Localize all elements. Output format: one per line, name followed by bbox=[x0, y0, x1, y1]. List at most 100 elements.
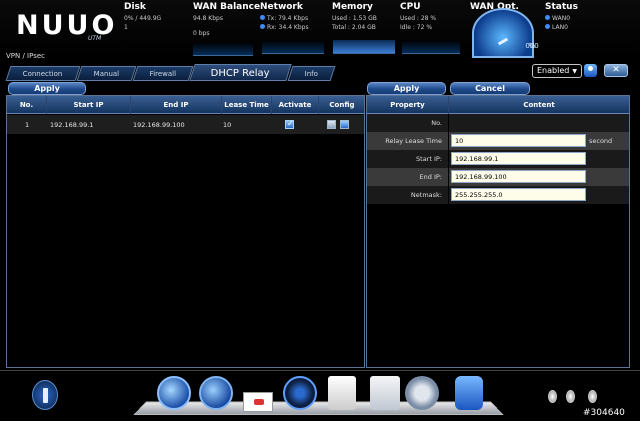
cpu-graph bbox=[402, 40, 460, 54]
edit-icon[interactable] bbox=[327, 120, 336, 129]
enabled-select-value: Enabled bbox=[537, 66, 570, 75]
globe-icon[interactable] bbox=[157, 376, 191, 410]
user-icon[interactable] bbox=[584, 64, 597, 77]
prop-label-relay-lease-time: Relay Lease Time bbox=[367, 132, 448, 150]
wan-status-icon bbox=[545, 15, 550, 20]
enabled-select[interactable]: Enabled ▼ bbox=[532, 64, 582, 78]
network-status: Network Tx: 79.4 Kbps Rx: 34.4 Kbps bbox=[260, 2, 309, 32]
col-activate: Activate bbox=[272, 96, 319, 114]
tab-dhcp-relay-label: DHCP Relay bbox=[211, 68, 271, 79]
right-apply-button[interactable]: Apply bbox=[367, 82, 446, 95]
lease-time-unit: second bbox=[589, 137, 613, 145]
memory-graph bbox=[333, 40, 395, 54]
col-end-ip: End IP bbox=[131, 96, 222, 114]
memory-used: Used : 1.53 GB bbox=[332, 15, 377, 22]
table-header: No. Start IP End IP Lease Time Activate … bbox=[7, 96, 364, 114]
dock-indicator-icon[interactable] bbox=[566, 390, 575, 403]
dock-shelf bbox=[133, 401, 504, 415]
tab-firewall[interactable]: Firewall bbox=[132, 66, 194, 81]
dhcp-relay-table: No. Start IP End IP Lease Time Activate … bbox=[6, 95, 365, 368]
logo-subtitle: UTM bbox=[88, 35, 102, 42]
gauge-unit: % bbox=[528, 42, 536, 50]
wan-balance-value: 94.8 Kbps bbox=[193, 15, 223, 22]
memory-status: Memory Used : 1.53 GB Total : 2.04 GB bbox=[332, 2, 377, 32]
disk-title: Disk bbox=[124, 2, 146, 12]
memory-total: Total : 2.04 GB bbox=[332, 24, 376, 31]
start-ip-input[interactable] bbox=[451, 152, 586, 165]
dock-indicator-icon[interactable] bbox=[588, 390, 597, 403]
puzzle-icon[interactable] bbox=[455, 376, 483, 410]
network-tx: Tx: 79.4 Kbps bbox=[267, 15, 309, 22]
shield-icon[interactable] bbox=[199, 376, 233, 410]
tab-firewall-label: Firewall bbox=[149, 70, 177, 78]
wan-balance-title: WAN Balance bbox=[193, 2, 261, 12]
chevron-down-icon: ▼ bbox=[572, 68, 577, 75]
col-lease-time: Lease Time bbox=[222, 96, 272, 114]
network-title: Network bbox=[260, 2, 303, 12]
status-title: Status bbox=[545, 2, 578, 12]
document-icon[interactable] bbox=[328, 376, 356, 410]
tab-connection-label: Connection bbox=[22, 70, 63, 78]
property-header: Property Content bbox=[367, 96, 629, 114]
prop-value-no bbox=[449, 114, 629, 132]
network-graph bbox=[262, 40, 324, 54]
cancel-button[interactable]: Cancel bbox=[450, 82, 530, 95]
chart-icon[interactable] bbox=[370, 376, 400, 410]
activate-checkbox[interactable] bbox=[285, 119, 294, 129]
prop-label-no: No. bbox=[367, 114, 448, 132]
rx-dot-icon bbox=[260, 24, 265, 29]
cpu-status: CPU Used : 28 % Idle : 72 % bbox=[400, 2, 436, 32]
gear-icon[interactable] bbox=[405, 376, 439, 410]
network-rx: Rx: 34.4 Kbps bbox=[267, 24, 309, 31]
wan-status-label: WAN0 bbox=[552, 15, 571, 22]
status-panel: Status WAN0 LAN0 bbox=[545, 2, 578, 32]
document-card-icon[interactable] bbox=[243, 392, 273, 412]
tab-dhcp-relay[interactable]: DHCP Relay bbox=[189, 64, 293, 81]
row-no: 1 bbox=[25, 121, 30, 129]
dock-indicator-icon[interactable] bbox=[548, 390, 557, 403]
memory-title: Memory bbox=[332, 2, 373, 12]
card-mark bbox=[254, 399, 264, 405]
config-icon[interactable] bbox=[340, 120, 349, 129]
wan-balance-value2: 0 bps bbox=[193, 30, 210, 37]
col-property: Property bbox=[367, 96, 449, 114]
cpu-title: CPU bbox=[400, 2, 421, 12]
col-config: Config bbox=[329, 101, 355, 109]
relay-lease-time-input[interactable] bbox=[451, 134, 586, 147]
left-apply-button[interactable]: Apply bbox=[8, 82, 86, 95]
tab-manual-label: Manual bbox=[93, 70, 119, 78]
tx-dot-icon bbox=[260, 15, 265, 20]
close-button[interactable]: ✕ bbox=[604, 64, 628, 77]
prop-label-start-ip: Start IP: bbox=[367, 150, 448, 168]
wan-balance-status: WAN Balance 94.8 Kbps 0 bps bbox=[193, 2, 260, 38]
disk-line2: 1 bbox=[124, 24, 128, 31]
exit-icon[interactable] bbox=[32, 380, 58, 410]
wan-opt-gauge: 000 % bbox=[472, 8, 539, 58]
row-lease-time: 10 bbox=[223, 121, 232, 129]
prop-label-netmask: Netmask: bbox=[367, 186, 448, 204]
row-end-ip: 192.168.99.100 bbox=[133, 121, 185, 129]
col-no: No. bbox=[7, 96, 47, 114]
disk-status: Disk 0% / 449.9G 1 bbox=[124, 2, 161, 32]
col-content: Content bbox=[523, 101, 555, 109]
top-status-bar: NUUO UTM Disk 0% / 449.9G 1 WAN Balance … bbox=[0, 0, 640, 58]
tab-info-label: Info bbox=[305, 70, 319, 78]
col-start-ip: Start IP bbox=[47, 96, 131, 114]
tab-bar: Connection Manual Firewall DHCP Relay In… bbox=[5, 64, 337, 81]
end-ip-input[interactable] bbox=[451, 170, 586, 183]
tab-connection[interactable]: Connection bbox=[5, 66, 81, 81]
image-id-label: #304640 bbox=[583, 408, 625, 418]
breadcrumb: VPN / IPsec bbox=[6, 52, 46, 60]
tab-manual[interactable]: Manual bbox=[76, 66, 137, 81]
lan-status-label: LAN0 bbox=[552, 24, 568, 31]
wifi-icon[interactable] bbox=[283, 376, 317, 410]
nuuo-logo: NUUO bbox=[16, 10, 118, 41]
lan-status-icon bbox=[545, 24, 550, 29]
table-row[interactable]: 1 192.168.99.1 192.168.99.100 10 bbox=[7, 115, 364, 134]
prop-label-end-ip: End IP: bbox=[367, 168, 448, 186]
row-start-ip: 192.168.99.1 bbox=[50, 121, 94, 129]
cpu-idle: Idle : 72 % bbox=[400, 24, 433, 31]
cpu-used: Used : 28 % bbox=[400, 15, 437, 22]
tab-info[interactable]: Info bbox=[287, 66, 337, 81]
netmask-input[interactable] bbox=[451, 188, 586, 201]
